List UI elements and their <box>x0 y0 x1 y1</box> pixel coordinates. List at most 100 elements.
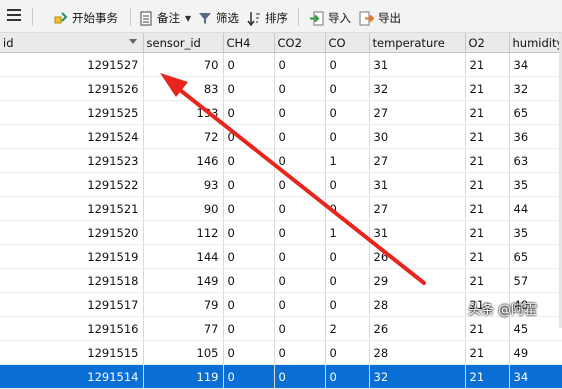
table-cell[interactable]: 57 <box>509 268 562 293</box>
table-row[interactable]: 1291523 146 0 0 1 27 21 63 <box>0 148 562 173</box>
table-cell[interactable]: 44 <box>509 196 562 221</box>
column-header[interactable]: humidity <box>509 33 562 53</box>
table-row[interactable]: 1291525 133 0 0 0 27 21 65 <box>0 100 562 125</box>
table-row[interactable]: 1291527 70 0 0 0 31 21 34 <box>0 52 562 77</box>
table-cell[interactable]: 21 <box>465 220 510 245</box>
filter-button[interactable]: 筛选 <box>198 9 239 27</box>
table-cell[interactable]: 0 <box>274 292 326 317</box>
table-row[interactable]: 1291524 72 0 0 0 30 21 36 <box>0 124 562 149</box>
table-cell[interactable]: 1291514 <box>0 364 144 389</box>
table-cell[interactable]: 27 <box>369 148 466 173</box>
table-row[interactable]: 1291515 105 0 0 0 28 21 49 <box>0 340 562 365</box>
table-cell[interactable]: 0 <box>325 124 370 149</box>
table-row[interactable]: 1291518 149 0 0 0 29 21 57 <box>0 268 562 293</box>
table-cell[interactable]: 21 <box>465 124 510 149</box>
table-cell[interactable]: 35 <box>509 220 562 245</box>
table-cell[interactable]: 0 <box>223 244 275 269</box>
table-cell[interactable]: 27 <box>369 196 466 221</box>
table-cell[interactable]: 0 <box>274 100 326 125</box>
table-cell[interactable]: 0 <box>223 268 275 293</box>
table-cell[interactable]: 0 <box>223 100 275 125</box>
table-cell[interactable]: 79 <box>143 292 224 317</box>
table-cell[interactable]: 105 <box>143 340 224 365</box>
table-cell[interactable]: 1291522 <box>0 172 144 197</box>
table-row[interactable]: 1291520 112 0 0 1 31 21 35 <box>0 220 562 245</box>
table-cell[interactable]: 93 <box>143 172 224 197</box>
table-cell[interactable]: 0 <box>274 76 326 101</box>
table-cell[interactable]: 0 <box>274 364 326 389</box>
table-cell[interactable]: 21 <box>465 196 510 221</box>
table-cell[interactable]: 26 <box>369 244 466 269</box>
table-cell[interactable]: 49 <box>509 340 562 365</box>
table-cell[interactable]: 65 <box>509 244 562 269</box>
table-cell[interactable]: 1291519 <box>0 244 144 269</box>
table-cell[interactable]: 0 <box>325 76 370 101</box>
table-cell[interactable]: 21 <box>465 172 510 197</box>
table-row[interactable]: 1291521 90 0 0 0 27 21 44 <box>0 196 562 221</box>
table-cell[interactable]: 36 <box>509 124 562 149</box>
table-cell[interactable]: 0 <box>223 292 275 317</box>
table-cell[interactable]: 70 <box>143 52 224 77</box>
table-cell[interactable]: 0 <box>274 220 326 245</box>
table-cell[interactable]: 0 <box>223 148 275 173</box>
table-cell[interactable]: 133 <box>143 100 224 125</box>
table-cell[interactable]: 32 <box>369 364 466 389</box>
table-cell[interactable]: 1291523 <box>0 148 144 173</box>
table-cell[interactable]: 0 <box>325 100 370 125</box>
table-cell[interactable]: 144 <box>143 244 224 269</box>
table-cell[interactable]: 31 <box>369 220 466 245</box>
table-cell[interactable]: 0 <box>274 268 326 293</box>
table-cell[interactable]: 72 <box>143 124 224 149</box>
table-cell[interactable]: 21 <box>465 100 510 125</box>
table-cell[interactable]: 1291520 <box>0 220 144 245</box>
table-cell[interactable]: 83 <box>143 76 224 101</box>
table-cell[interactable]: 0 <box>274 316 326 341</box>
table-cell[interactable]: 0 <box>223 364 275 389</box>
table-cell[interactable]: 0 <box>223 316 275 341</box>
table-cell[interactable]: 0 <box>325 172 370 197</box>
table-cell[interactable]: 0 <box>223 172 275 197</box>
table-cell[interactable]: 1291515 <box>0 340 144 365</box>
column-header[interactable]: CO2 <box>274 33 326 53</box>
table-cell[interactable]: 0 <box>325 268 370 293</box>
table-cell[interactable]: 31 <box>369 52 466 77</box>
table-cell[interactable]: 21 <box>465 148 510 173</box>
table-cell[interactable]: 0 <box>223 124 275 149</box>
column-header[interactable]: temperature <box>369 33 466 53</box>
table-cell[interactable]: 0 <box>325 364 370 389</box>
begin-transaction-button[interactable]: 开始事务 <box>53 9 118 27</box>
export-button[interactable]: 导出 <box>359 9 401 27</box>
table-cell[interactable]: 2 <box>325 316 370 341</box>
table-cell[interactable]: 0 <box>274 244 326 269</box>
table-cell[interactable]: 1291527 <box>0 52 144 77</box>
table-cell[interactable]: 0 <box>223 196 275 221</box>
table-cell[interactable]: 1291524 <box>0 124 144 149</box>
table-cell[interactable]: 28 <box>369 340 466 365</box>
table-cell[interactable]: 0 <box>274 124 326 149</box>
table-cell[interactable]: 32 <box>369 76 466 101</box>
column-header[interactable]: CH4 <box>223 33 275 53</box>
table-cell[interactable]: 0 <box>325 244 370 269</box>
column-header[interactable]: O2 <box>465 33 510 53</box>
table-cell[interactable]: 30 <box>369 124 466 149</box>
column-header[interactable]: CO <box>325 33 370 53</box>
table-cell[interactable]: 34 <box>509 52 562 77</box>
table-cell[interactable]: 0 <box>325 196 370 221</box>
table-cell[interactable]: 0 <box>223 76 275 101</box>
table-cell[interactable]: 0 <box>274 196 326 221</box>
table-cell[interactable]: 0 <box>325 340 370 365</box>
table-cell[interactable]: 0 <box>274 340 326 365</box>
table-cell[interactable]: 1291525 <box>0 100 144 125</box>
table-cell[interactable]: 21 <box>465 268 510 293</box>
table-cell[interactable]: 21 <box>465 316 510 341</box>
column-header[interactable]: sensor_id <box>143 33 224 53</box>
table-cell[interactable]: 1291526 <box>0 76 144 101</box>
table-cell[interactable]: 90 <box>143 196 224 221</box>
table-cell[interactable]: 149 <box>143 268 224 293</box>
table-cell[interactable]: 1 <box>325 220 370 245</box>
table-cell[interactable]: 0 <box>274 172 326 197</box>
table-cell[interactable]: 0 <box>325 52 370 77</box>
table-cell[interactable]: 146 <box>143 148 224 173</box>
table-row[interactable]: 1291519 144 0 0 0 26 21 65 <box>0 244 562 269</box>
table-cell[interactable]: 1291521 <box>0 196 144 221</box>
